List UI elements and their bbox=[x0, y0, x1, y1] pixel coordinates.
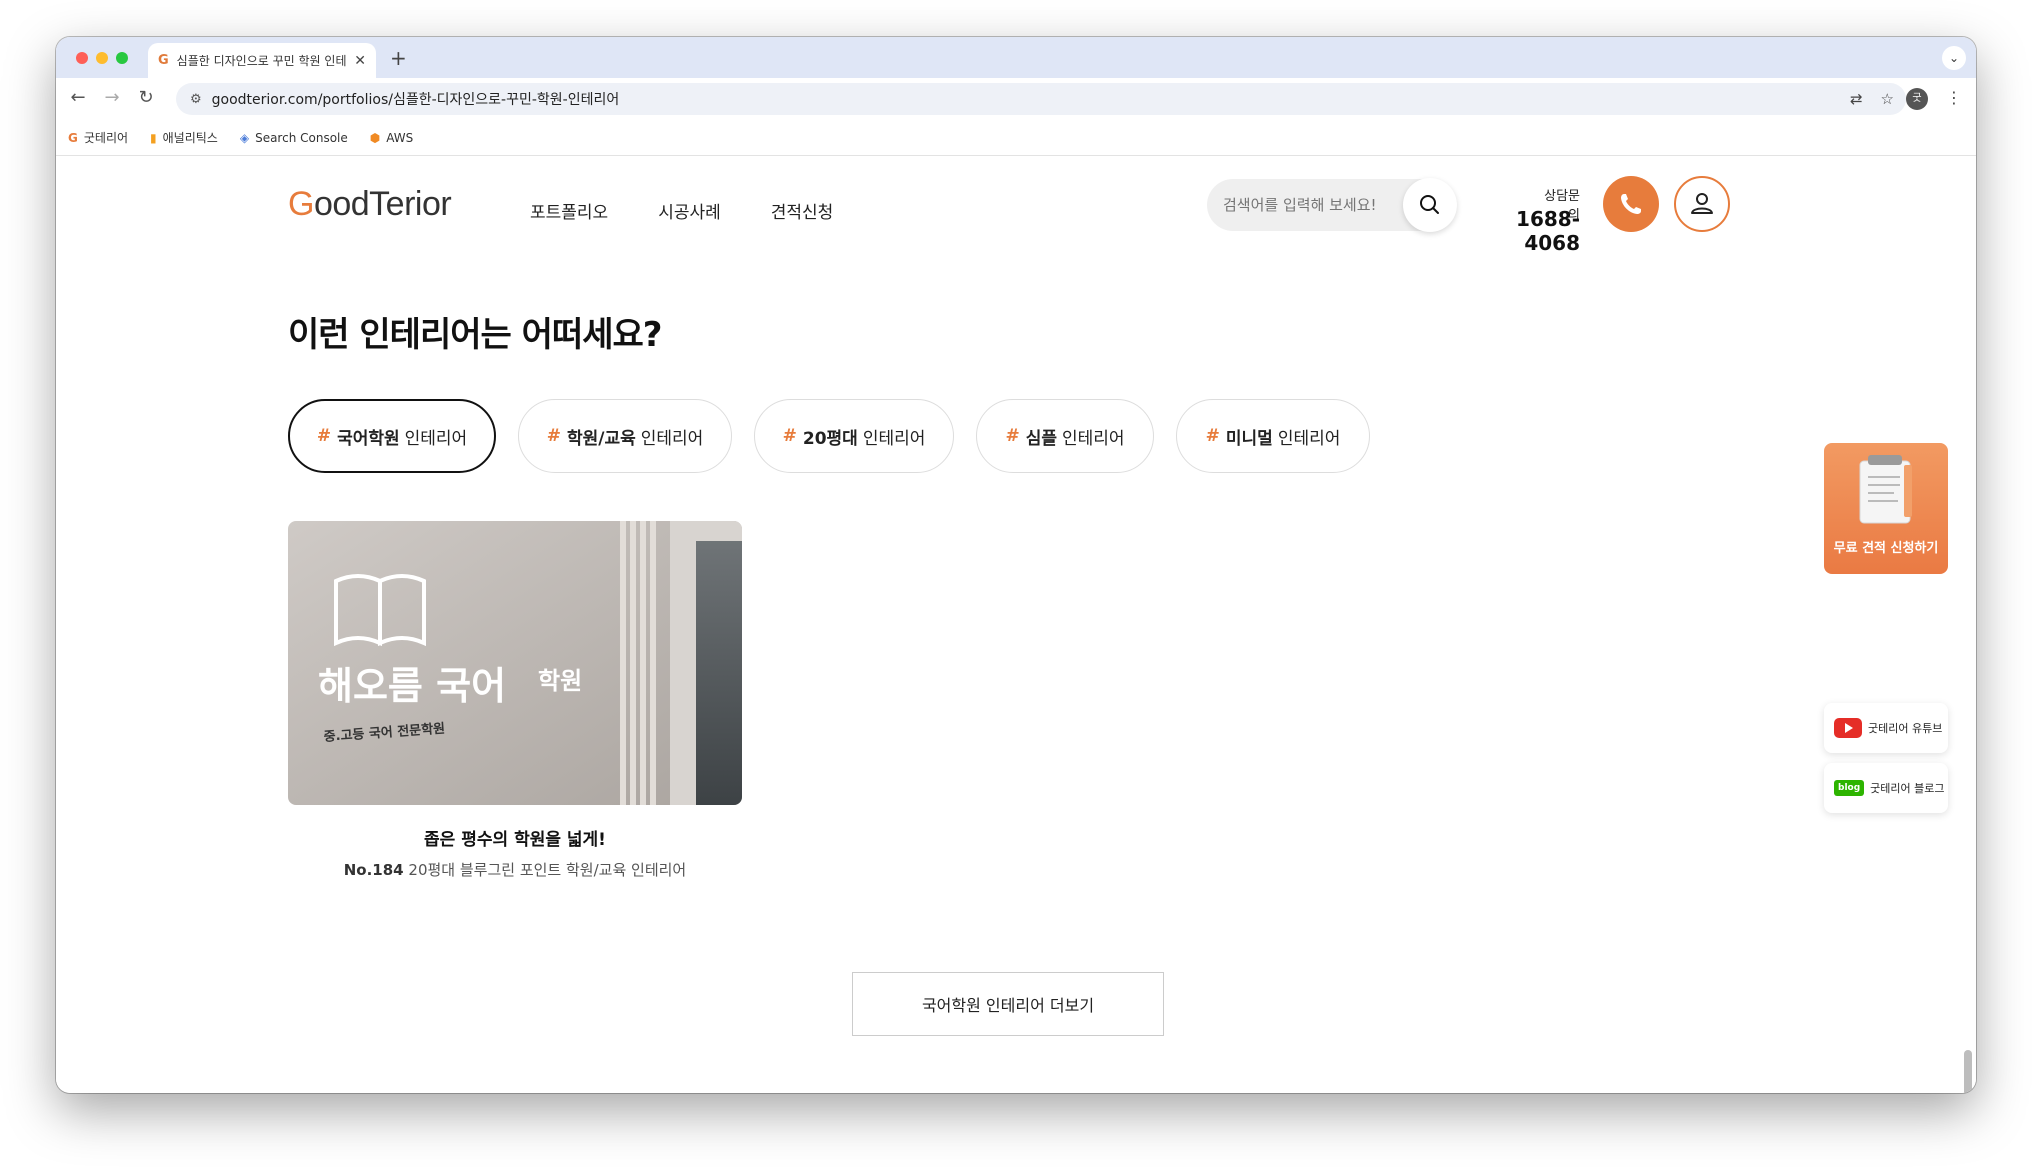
blog-link[interactable]: blog 굿테리어 블로그 bbox=[1824, 763, 1948, 813]
hash-mark: # bbox=[1005, 426, 1020, 446]
search-input[interactable] bbox=[1223, 179, 1403, 231]
chip-20-pyeong[interactable]: #20평대 인테리어 bbox=[754, 399, 954, 473]
back-arrow-icon[interactable]: ← bbox=[66, 87, 90, 108]
new-tab-button[interactable]: + bbox=[390, 46, 407, 70]
sign-main-text: 해오름 국어 bbox=[318, 664, 506, 708]
chip-keyword: 심플 bbox=[1025, 428, 1057, 449]
browser-window: G 심플한 디자인으로 꾸민 학원 인테리어 ✕ + ⌄ ← → ↻ ⚙ goo… bbox=[56, 37, 1976, 1093]
logo-text: oodTerior bbox=[313, 185, 452, 223]
tab-title: 심플한 디자인으로 꾸민 학원 인테리어 bbox=[176, 54, 347, 68]
chip-suffix: 인테리어 bbox=[1277, 428, 1341, 449]
chip-keyword: 국어학원 bbox=[337, 428, 400, 449]
free-quote-label: 무료 견적 신청하기 bbox=[1833, 541, 1939, 556]
main-nav: 포트폴리오 시공사례 견적신청 bbox=[530, 198, 833, 223]
sign-small-text: 학원 bbox=[538, 667, 582, 695]
bookmark-label: Search Console bbox=[255, 130, 348, 145]
minimize-window-button[interactable] bbox=[96, 52, 108, 64]
browser-tab[interactable]: G 심플한 디자인으로 꾸민 학원 인테리어 ✕ bbox=[148, 43, 376, 78]
url-text: goodterior.com/portfolios/심플한-디자인으로-꾸민-학… bbox=[211, 92, 620, 108]
page-scrollbar[interactable] bbox=[1964, 1050, 1972, 1093]
profile-avatar[interactable]: 굿 bbox=[1906, 88, 1928, 110]
tag-chips: # 국어학원 인테리어 # 학원/교육 인테리어 #20평대 인테리어 # 심플 인테리어 #… bbox=[288, 399, 1370, 473]
analytics-icon: ▮ bbox=[150, 130, 157, 145]
quote-document-icon bbox=[1859, 455, 1912, 524]
nav-quote[interactable]: 견적신청 bbox=[771, 198, 834, 223]
chip-keyword: 미니멀 bbox=[1225, 428, 1273, 449]
close-window-button[interactable] bbox=[76, 52, 88, 64]
chip-suffix: 인테리어 bbox=[404, 428, 468, 449]
site-logo[interactable]: GoodTerior bbox=[288, 185, 452, 224]
blog-label: 굿테리어 블로그 bbox=[1870, 782, 1945, 795]
tab-search-chevron-icon[interactable]: ⌄ bbox=[1942, 46, 1966, 70]
phone-icon bbox=[1621, 194, 1641, 214]
aws-icon: ⬢ bbox=[369, 130, 381, 145]
forward-arrow-icon[interactable]: → bbox=[100, 87, 124, 108]
chip-keyword: 학원/교육 bbox=[566, 428, 636, 449]
bookmark-label: AWS bbox=[386, 130, 414, 145]
close-tab-icon[interactable]: ✕ bbox=[354, 53, 366, 69]
bookmark-label: 애널리틱스 bbox=[162, 131, 218, 145]
hash-mark: # bbox=[1205, 426, 1220, 446]
user-account-button[interactable] bbox=[1674, 176, 1730, 232]
chip-korean-academy[interactable]: # 국어학원 인테리어 bbox=[288, 399, 496, 473]
reload-icon[interactable]: ↻ bbox=[134, 87, 158, 108]
chip-minimal[interactable]: # 미니멀 인테리어 bbox=[1176, 399, 1370, 473]
card-subtitle: No.184 20평대 블루그린 포인트 학원/교육 인테리어 bbox=[288, 859, 742, 880]
user-icon bbox=[1691, 193, 1713, 214]
academy-sign-photo: 해오름 국어 학원 중.고등 국어 전문학원 bbox=[288, 521, 742, 805]
free-quote-button[interactable]: 무료 견적 신청하기 bbox=[1824, 443, 1948, 574]
g-favicon-icon: G bbox=[158, 53, 169, 68]
youtube-label: 굿테리어 유튜브 bbox=[1868, 722, 1943, 735]
card-title[interactable]: 좁은 평수의 학원을 넓게! bbox=[288, 825, 742, 850]
section-heading: 이런 인테리어는 어떠세요? bbox=[288, 315, 662, 355]
bookmarks-bar: G 굿테리어 ▮ 애널리틱스 ◈ Search Console ⬢ AWS bbox=[56, 120, 1976, 156]
search-button[interactable] bbox=[1403, 178, 1457, 232]
tab-strip: G 심플한 디자인으로 꾸민 학원 인테리어 ✕ + ⌄ bbox=[56, 37, 1976, 78]
bookmark-aws[interactable]: ⬢ AWS bbox=[370, 131, 414, 145]
card-description: 20평대 블루그린 포인트 학원/교육 인테리어 bbox=[408, 861, 687, 879]
phone-number[interactable]: 1688-4068 bbox=[1476, 207, 1580, 255]
g-favicon-icon: G bbox=[68, 130, 78, 145]
nav-portfolio[interactable]: 포트폴리오 bbox=[530, 198, 608, 223]
chip-suffix: 인테리어 bbox=[640, 428, 704, 449]
chip-keyword: 20평대 bbox=[802, 428, 858, 449]
translate-icon[interactable]: ⇄ bbox=[1850, 90, 1863, 108]
bookmark-label: 굿테리어 bbox=[83, 131, 129, 145]
bookmark-star-icon[interactable]: ☆ bbox=[1881, 90, 1894, 108]
hash-mark: # bbox=[316, 426, 332, 446]
zoom-window-button[interactable] bbox=[116, 52, 128, 64]
hash-mark: # bbox=[546, 426, 561, 446]
youtube-icon bbox=[1834, 718, 1862, 738]
chip-suffix: 인테리어 bbox=[862, 428, 926, 449]
site-settings-icon[interactable]: ⚙ bbox=[190, 92, 202, 107]
site-search bbox=[1207, 178, 1457, 232]
chip-suffix: 인테리어 bbox=[1061, 428, 1125, 449]
portfolio-card-image[interactable]: 해오름 국어 학원 중.고등 국어 전문학원 bbox=[288, 521, 742, 805]
address-bar[interactable]: ⚙ goodterior.com/portfolios/심플한-디자인으로-꾸민… bbox=[176, 83, 1906, 115]
search-icon bbox=[1420, 195, 1439, 214]
bookmark-search-console[interactable]: ◈ Search Console bbox=[240, 131, 348, 145]
web-page: GoodTerior 포트폴리오 시공사례 견적신청 상담문의 1688-406… bbox=[56, 157, 1976, 1093]
blog-icon: blog bbox=[1834, 780, 1865, 796]
youtube-link[interactable]: 굿테리어 유튜브 bbox=[1824, 703, 1948, 753]
browser-toolbar: ← → ↻ ⚙ goodterior.com/portfolios/심플한-디자… bbox=[56, 78, 1976, 120]
card-number: No.184 bbox=[343, 861, 404, 879]
nav-cases[interactable]: 시공사례 bbox=[658, 198, 721, 223]
chip-simple[interactable]: # 심플 인테리어 bbox=[976, 399, 1154, 473]
logo-g: G bbox=[288, 185, 314, 223]
hash-mark: # bbox=[782, 426, 797, 446]
search-console-icon: ◈ bbox=[239, 130, 250, 145]
call-button[interactable] bbox=[1603, 176, 1659, 232]
more-menu-icon[interactable]: ⋮ bbox=[1946, 88, 1962, 107]
bookmark-analytics[interactable]: ▮ 애널리틱스 bbox=[150, 129, 218, 146]
view-more-button[interactable]: 국어학원 인테리어 더보기 bbox=[852, 972, 1164, 1036]
chip-academy-education[interactable]: # 학원/교육 인테리어 bbox=[518, 399, 732, 473]
bookmark-goodterior[interactable]: G 굿테리어 bbox=[68, 129, 128, 146]
